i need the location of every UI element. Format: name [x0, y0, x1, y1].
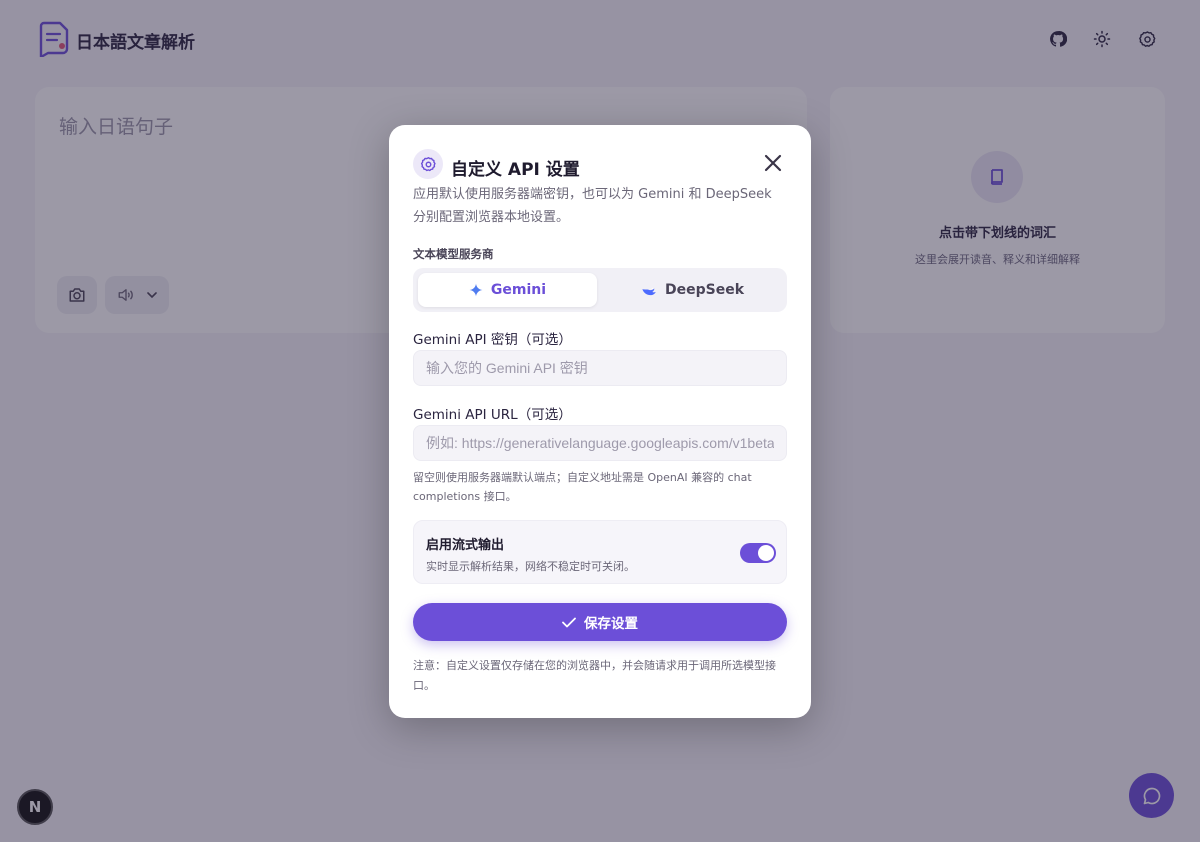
check-icon	[562, 617, 576, 627]
api-key-label: Gemini API 密钥（可选）	[413, 332, 572, 348]
streaming-toggle[interactable]	[740, 543, 776, 563]
modal-gear-icon	[413, 149, 443, 179]
streaming-subtitle: 实时显示解析结果，网络不稳定时可关闭。	[426, 560, 635, 573]
modal-description: 应用默认使用服务器端密钥，也可以为 Gemini 和 DeepSeek 分别配置…	[413, 187, 772, 225]
modal-title: 自定义 API 设置	[451, 160, 580, 180]
toggle-knob	[758, 545, 774, 561]
streaming-title: 启用流式输出	[426, 538, 505, 553]
close-icon[interactable]	[761, 151, 785, 175]
api-url-label: Gemini API URL（可选）	[413, 407, 572, 423]
provider-tab-deepseek[interactable]: DeepSeek	[603, 273, 782, 307]
streaming-setting: 启用流式输出 实时显示解析结果，网络不稳定时可关闭。	[413, 520, 787, 584]
save-button-label: 保存设置	[584, 616, 638, 632]
provider-segmented-control: Gemini DeepSeek	[413, 268, 787, 312]
api-key-input[interactable]	[413, 350, 787, 386]
api-settings-modal: 自定义 API 设置 应用默认使用服务器端密钥，也可以为 Gemini 和 De…	[389, 125, 811, 718]
privacy-note: 注意：自定义设置仅存储在您的浏览器中，并会随请求用于调用所选模型接口。	[413, 659, 776, 692]
deepseek-whale-icon	[642, 287, 656, 295]
provider-tab-deepseek-label: DeepSeek	[664, 282, 745, 298]
provider-tab-gemini-label: Gemini	[490, 282, 547, 298]
provider-tab-gemini[interactable]: Gemini	[418, 273, 597, 307]
api-url-hint: 留空则使用服务器端默认端点；自定义地址需是 OpenAI 兼容的 chat co…	[413, 471, 752, 503]
provider-label: 文本模型服务商	[413, 247, 494, 261]
save-settings-button[interactable]: 保存设置	[413, 603, 787, 641]
api-url-input[interactable]	[413, 425, 787, 461]
gemini-sparkle-icon	[469, 283, 483, 297]
